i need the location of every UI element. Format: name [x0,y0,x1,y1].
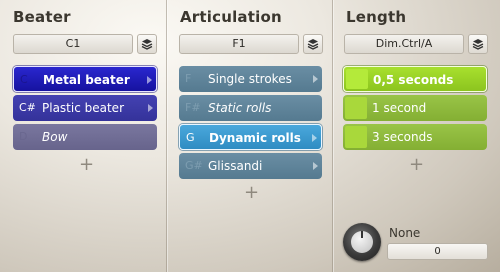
submenu-arrow-icon [313,75,318,83]
controller-label: None [389,226,421,240]
key-label: F# [185,101,201,114]
key-label: G# [185,159,203,172]
beater-item-metal-beater[interactable]: C Metal beater [13,66,157,92]
articulation-item-dynamic-rolls[interactable]: G Dynamic rolls [179,124,322,150]
item-label: Dynamic rolls [209,131,301,145]
item-label: Glissandi [208,159,263,173]
stack-icon [307,39,319,50]
length-controller-selector[interactable]: Dim.Ctrl/A [344,34,464,54]
length-item-0-5-seconds[interactable]: 0,5 seconds [343,66,487,92]
submenu-arrow-icon [148,104,153,112]
key-label: D [19,130,28,143]
key-label: C [20,73,28,86]
articulation-item-static-rolls[interactable]: F# Static rolls [179,95,322,121]
controller-value-field[interactable]: 0 [387,243,488,260]
beater-item-plastic-beater[interactable]: C# Plastic beater [13,95,157,121]
item-label: 3 seconds [372,130,433,144]
submenu-arrow-icon [312,134,317,142]
articulation-item-glissandi[interactable]: G# Glissandi [179,153,322,179]
beater-stack-button[interactable] [137,34,157,54]
beater-item-bow[interactable]: D Bow [13,124,157,150]
item-label: Single strokes [208,72,292,86]
articulation-item-single-strokes[interactable]: F Single strokes [179,66,322,92]
controller-knob[interactable] [343,223,381,261]
item-label: 1 second [372,101,427,115]
color-swatch [346,69,368,89]
color-swatch [345,97,367,119]
articulation-add-button[interactable]: + [244,182,259,203]
length-item-1-second[interactable]: 1 second [343,95,487,121]
submenu-arrow-icon [313,162,318,170]
length-item-3-seconds[interactable]: 3 seconds [343,124,487,150]
beater-panel: Beater C1 C Metal beater C# Plastic beat… [0,0,166,272]
item-label: Bow [42,130,68,144]
length-add-button[interactable]: + [409,154,424,175]
item-label: 0,5 seconds [373,73,454,87]
articulation-key-selector[interactable]: F1 [179,34,299,54]
submenu-arrow-icon [147,76,152,84]
item-label: Plastic beater [42,101,125,115]
articulation-panel: Articulation F1 F Single strokes F# Stat… [167,0,332,272]
color-swatch [345,126,367,148]
length-title: Length [346,8,407,26]
articulation-title: Articulation [180,8,282,26]
beater-key-selector[interactable]: C1 [13,34,133,54]
beater-title: Beater [13,8,71,26]
length-stack-button[interactable] [468,34,488,54]
stack-icon [141,39,153,50]
item-label: Static rolls [208,101,272,115]
item-label: Metal beater [43,73,130,87]
key-label: C# [19,101,36,114]
knob-indicator [361,231,363,238]
articulation-stack-button[interactable] [303,34,323,54]
stack-icon [472,39,484,50]
key-label: F [185,72,192,85]
key-label: G [186,131,195,144]
beater-add-button[interactable]: + [79,154,94,175]
